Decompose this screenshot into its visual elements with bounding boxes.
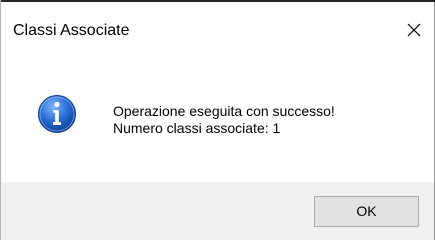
info-icon bbox=[38, 95, 76, 133]
close-icon bbox=[407, 23, 421, 37]
close-button[interactable] bbox=[394, 12, 434, 48]
message-line-1: Operazione eseguita con successo! bbox=[113, 103, 335, 119]
message-dialog: Classi Associate Operazione eseguita con… bbox=[0, 0, 435, 240]
window-title: Classi Associate bbox=[13, 22, 130, 39]
message-line-2: Numero classi associate: 1 bbox=[113, 120, 281, 136]
ok-button[interactable]: OK bbox=[314, 196, 419, 227]
message-text: Operazione eseguita con successo! Numero… bbox=[113, 103, 335, 137]
